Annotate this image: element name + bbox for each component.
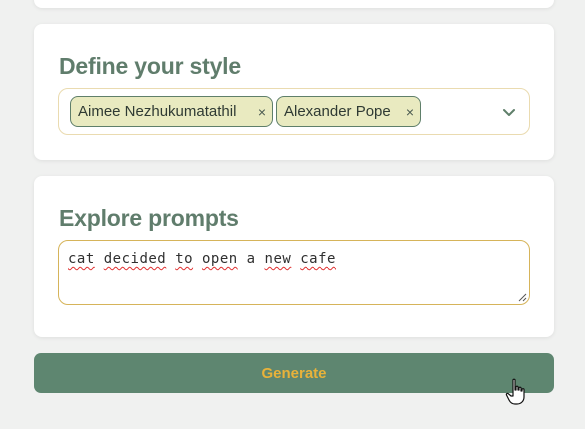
style-tag-label: Aimee Nezhukumatathil (78, 103, 237, 120)
generate-button[interactable]: Generate (34, 353, 554, 393)
prompt-textarea[interactable]: cat decided to open a new cafe (58, 240, 530, 305)
style-tag: Alexander Pope × (276, 96, 421, 127)
resize-handle-icon[interactable] (517, 292, 527, 302)
prompt-word: open (201, 251, 238, 267)
style-tag: Aimee Nezhukumatathil × (70, 96, 273, 127)
prompt-word: cat (68, 251, 95, 267)
prompt-word: new (264, 251, 292, 267)
prompt-word: decided (103, 251, 167, 267)
prompt-word: to (175, 251, 194, 267)
prompts-section-title: Explore prompts (59, 205, 239, 231)
remove-tag-icon[interactable]: × (406, 105, 414, 119)
hand-pointer-icon (505, 378, 525, 405)
style-tag-label: Alexander Pope (284, 103, 391, 120)
prompt-word: a (246, 251, 256, 267)
prompt-word: cafe (300, 251, 336, 267)
chevron-down-icon[interactable] (501, 104, 517, 120)
style-multiselect[interactable]: Aimee Nezhukumatathil × Alexander Pope × (58, 88, 530, 135)
previous-card (34, 0, 554, 8)
remove-tag-icon[interactable]: × (258, 105, 266, 119)
style-section-title: Define your style (59, 53, 241, 79)
style-card: Define your style Aimee Nezhukumatathil … (34, 24, 554, 160)
prompts-card: Explore prompts cat decided to open a ne… (34, 176, 554, 337)
